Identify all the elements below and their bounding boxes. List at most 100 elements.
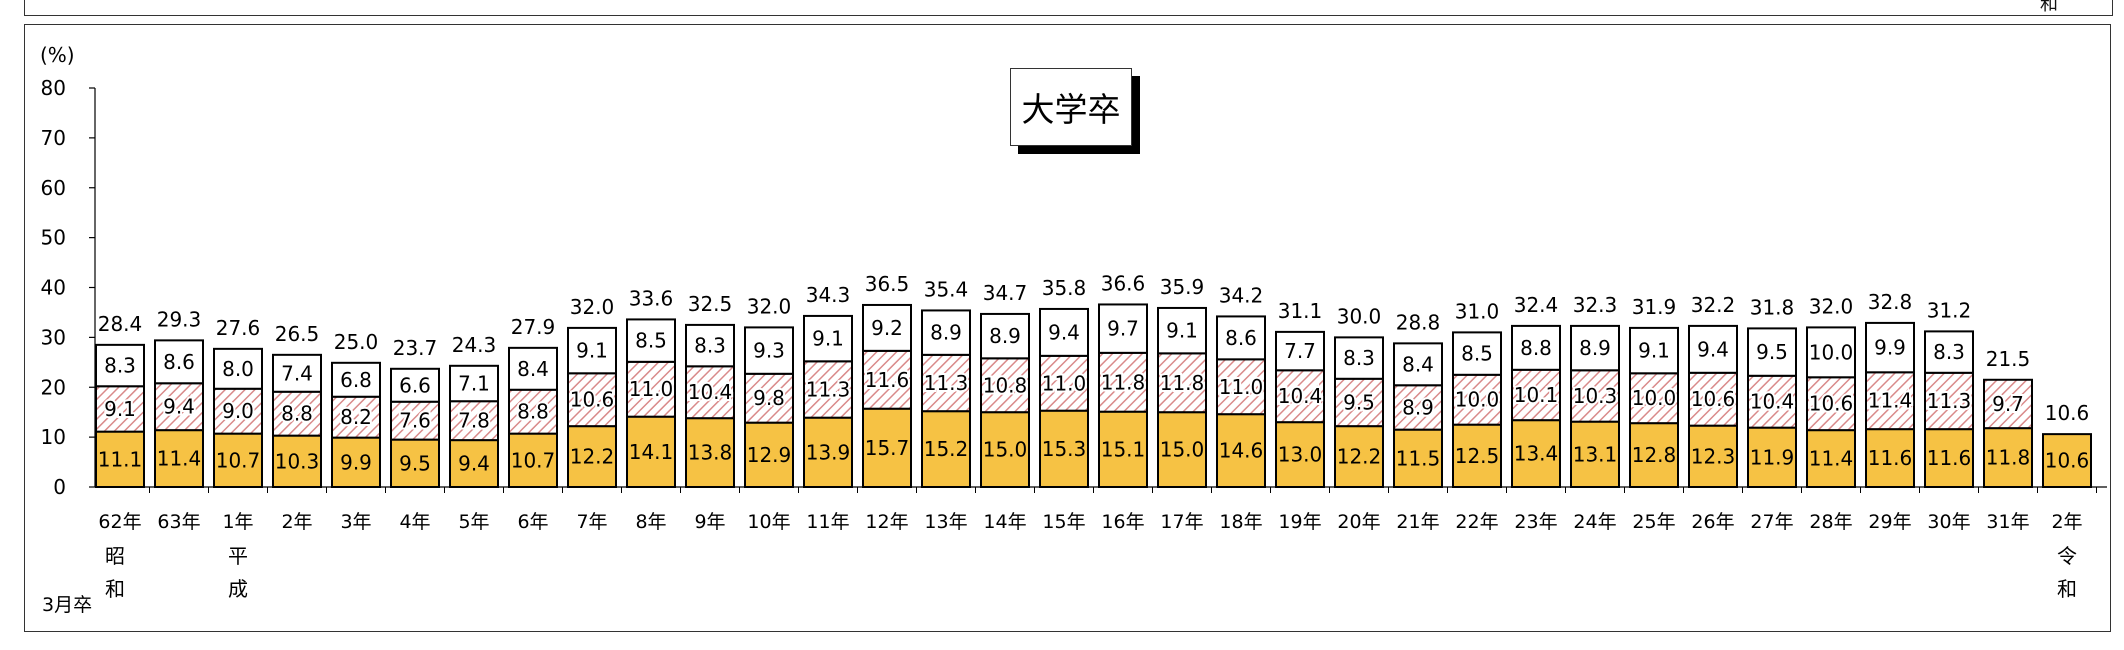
y-tick-label: 80 bbox=[41, 76, 66, 100]
bar-label-middle: 10.6 bbox=[1809, 392, 1854, 416]
bar-label-bottom: 13.9 bbox=[806, 440, 851, 464]
bar-total-label: 35.9 bbox=[1160, 275, 1205, 299]
corner-note: 3月卒 bbox=[42, 594, 92, 616]
bar-label-middle: 10.0 bbox=[1632, 386, 1677, 410]
bar-label-top: 6.6 bbox=[399, 373, 431, 397]
bar-label-top: 8.5 bbox=[1461, 342, 1493, 366]
x-tick-label: 6年 bbox=[517, 511, 548, 533]
x-tick-label: 18年 bbox=[1219, 511, 1262, 533]
x-tick-label: 16年 bbox=[1101, 511, 1144, 533]
bar-total-label: 27.6 bbox=[216, 316, 261, 340]
bar-label-bottom: 11.6 bbox=[1927, 446, 1972, 470]
bar-label-top: 9.3 bbox=[753, 339, 785, 363]
bar-label-top: 9.1 bbox=[1638, 339, 1670, 363]
x-tick-label: 24年 bbox=[1573, 511, 1616, 533]
era-label-char: 和 bbox=[2057, 577, 2077, 601]
x-tick-label: 62年 bbox=[98, 511, 141, 533]
bar-total-label: 31.8 bbox=[1750, 295, 1795, 319]
bar-total-label: 34.2 bbox=[1219, 283, 1264, 307]
bar-label-bottom: 10.6 bbox=[2045, 449, 2090, 473]
bar-total-label: 31.1 bbox=[1278, 299, 1323, 323]
bar-label-bottom: 10.7 bbox=[216, 448, 261, 472]
x-tick-label: 63年 bbox=[157, 511, 200, 533]
x-tick-label: 14年 bbox=[983, 511, 1026, 533]
bar-label-top: 8.3 bbox=[1933, 340, 1965, 364]
bar-label-middle: 9.0 bbox=[222, 399, 254, 423]
bar-total-label: 28.4 bbox=[98, 312, 143, 336]
bar-label-bottom: 15.1 bbox=[1101, 437, 1146, 461]
bar-label-bottom: 11.4 bbox=[1809, 447, 1854, 471]
bar-label-top: 9.5 bbox=[1756, 340, 1788, 364]
bar-total-label: 29.3 bbox=[157, 307, 202, 331]
bar-label-top: 9.4 bbox=[1048, 320, 1080, 344]
bar-total-label: 32.0 bbox=[570, 295, 615, 319]
x-tick-label: 3年 bbox=[340, 511, 371, 533]
era-label-char: 平 bbox=[228, 544, 248, 568]
bar-label-middle: 11.3 bbox=[806, 377, 851, 401]
bar-label-middle: 9.4 bbox=[163, 395, 195, 419]
bar-label-bottom: 11.5 bbox=[1396, 446, 1441, 470]
bar-label-middle: 11.3 bbox=[1927, 389, 1972, 413]
bar-label-top: 8.4 bbox=[1402, 352, 1434, 376]
bar-label-middle: 7.6 bbox=[399, 409, 431, 433]
x-tick-label: 21年 bbox=[1396, 511, 1439, 533]
x-tick-label: 1年 bbox=[222, 511, 253, 533]
x-tick-label: 26年 bbox=[1691, 511, 1734, 533]
bar-label-top: 8.3 bbox=[694, 334, 726, 358]
x-tick-label: 25年 bbox=[1632, 511, 1675, 533]
bar-label-middle: 10.1 bbox=[1514, 383, 1559, 407]
x-tick-label: 23年 bbox=[1514, 511, 1557, 533]
x-tick-label: 29年 bbox=[1868, 511, 1911, 533]
bar-label-bottom: 10.7 bbox=[511, 448, 556, 472]
x-tick-label: 11年 bbox=[806, 511, 849, 533]
bar-label-middle: 11.4 bbox=[1868, 389, 1913, 413]
bar-label-middle: 8.9 bbox=[1402, 395, 1434, 419]
bar-label-middle: 11.0 bbox=[1219, 375, 1264, 399]
bar-label-bottom: 12.5 bbox=[1455, 444, 1500, 468]
bar-label-bottom: 15.2 bbox=[924, 437, 969, 461]
bar-label-bottom: 12.2 bbox=[570, 445, 615, 469]
bar-label-middle: 9.5 bbox=[1343, 390, 1375, 414]
x-tick-label: 4年 bbox=[399, 511, 430, 533]
x-tick-label: 28年 bbox=[1809, 511, 1852, 533]
bar-label-bottom: 15.0 bbox=[1160, 438, 1205, 462]
bar-total-label: 21.5 bbox=[1986, 347, 2031, 371]
bar-label-top: 7.4 bbox=[281, 361, 313, 385]
bar-label-bottom: 13.0 bbox=[1278, 443, 1323, 467]
bar-total-label: 34.3 bbox=[806, 283, 851, 307]
bar-label-bottom: 12.8 bbox=[1632, 443, 1677, 467]
bar-total-label: 25.0 bbox=[334, 330, 379, 354]
bar-label-bottom: 15.7 bbox=[865, 436, 910, 460]
bar-label-top: 8.3 bbox=[1343, 346, 1375, 370]
y-tick-label: 30 bbox=[41, 325, 66, 349]
bar-label-top: 7.7 bbox=[1284, 339, 1316, 363]
x-tick-label: 12年 bbox=[865, 511, 908, 533]
bar-total-label: 31.0 bbox=[1455, 299, 1500, 323]
bar-label-bottom: 11.4 bbox=[157, 447, 202, 471]
x-tick-label: 20年 bbox=[1337, 511, 1380, 533]
x-tick-label: 8年 bbox=[635, 511, 666, 533]
bar-total-label: 35.4 bbox=[924, 277, 969, 301]
bar-label-middle: 11.0 bbox=[629, 377, 674, 401]
bar-label-middle: 10.4 bbox=[688, 380, 733, 404]
bar-label-middle: 9.8 bbox=[753, 386, 785, 410]
bar-label-middle: 11.3 bbox=[924, 371, 969, 395]
bar-label-middle: 8.8 bbox=[517, 400, 549, 424]
bar-total-label: 32.2 bbox=[1691, 293, 1736, 317]
x-tick-label: 9年 bbox=[694, 511, 725, 533]
bar-label-top: 8.3 bbox=[104, 354, 136, 378]
bar-total-label: 31.2 bbox=[1927, 298, 1972, 322]
bar-total-label: 32.4 bbox=[1514, 293, 1559, 317]
bar-total-label: 32.8 bbox=[1868, 290, 1913, 314]
y-tick-label: 20 bbox=[41, 375, 66, 399]
x-tick-label: 2年 bbox=[2051, 511, 2082, 533]
bar-label-bottom: 15.0 bbox=[983, 438, 1028, 462]
bar-label-bottom: 12.2 bbox=[1337, 445, 1382, 469]
x-tick-label: 2年 bbox=[281, 511, 312, 533]
bar-label-top: 8.6 bbox=[163, 350, 195, 374]
bar-label-top: 9.7 bbox=[1107, 317, 1139, 341]
bar-label-top: 8.9 bbox=[1579, 336, 1611, 360]
bar-label-middle: 10.3 bbox=[1573, 384, 1618, 408]
bar-label-top: 8.6 bbox=[1225, 326, 1257, 350]
bar-total-label: 32.3 bbox=[1573, 293, 1618, 317]
